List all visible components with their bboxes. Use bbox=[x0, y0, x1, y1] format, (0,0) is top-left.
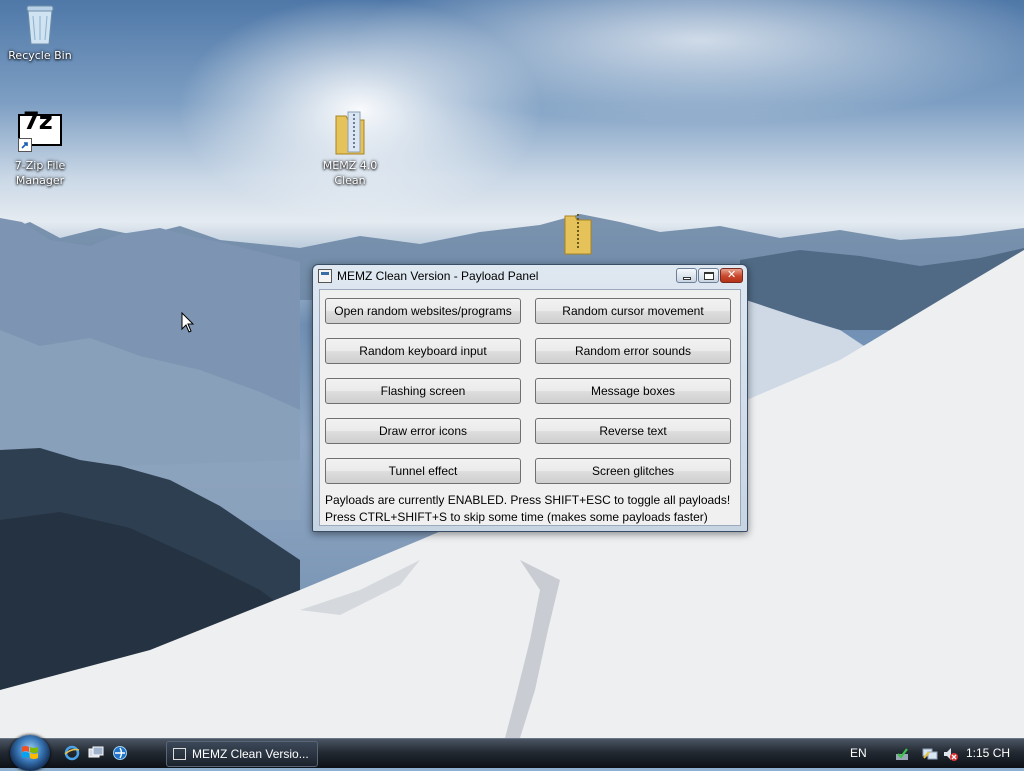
taskbar: MEMZ Clean Versio... EN 1:15 CH bbox=[0, 735, 1024, 771]
status-text-skip-time: Press CTRL+SHIFT+S to skip some time (ma… bbox=[325, 510, 708, 524]
payload-button-tunnel-effect[interactable]: Tunnel effect bbox=[325, 458, 521, 484]
desktop-icon-label: Manager bbox=[15, 174, 65, 187]
start-button[interactable] bbox=[10, 735, 50, 771]
app-icon bbox=[318, 269, 332, 283]
payload-button-open-random-websites[interactable]: Open random websites/programs bbox=[325, 298, 521, 324]
taskbar-item-label: MEMZ Clean Versio... bbox=[192, 747, 309, 761]
language-indicator[interactable]: EN bbox=[850, 746, 867, 760]
minimize-button[interactable] bbox=[676, 268, 697, 283]
zip-folder-icon bbox=[563, 210, 593, 256]
desktop-icon-label: MEMZ 4.0 bbox=[322, 159, 378, 172]
desktop-icon-label: Recycle Bin bbox=[8, 49, 72, 62]
windows-update-icon[interactable] bbox=[894, 746, 910, 762]
payload-button-random-keyboard-input[interactable]: Random keyboard input bbox=[325, 338, 521, 364]
payload-button-flashing-screen[interactable]: Flashing screen bbox=[325, 378, 521, 404]
close-button[interactable] bbox=[720, 268, 743, 283]
zip-folder-icon bbox=[332, 110, 368, 156]
volume-muted-icon[interactable] bbox=[942, 746, 958, 762]
recycle-bin-icon bbox=[24, 2, 56, 46]
payload-button-random-cursor-movement[interactable]: Random cursor movement bbox=[535, 298, 731, 324]
switch-windows-icon[interactable] bbox=[112, 745, 128, 761]
payload-button-screen-glitches[interactable]: Screen glitches bbox=[535, 458, 731, 484]
network-icon[interactable] bbox=[922, 746, 938, 762]
payload-button-draw-error-icons[interactable]: Draw error icons bbox=[325, 418, 521, 444]
mouse-cursor-icon bbox=[181, 311, 195, 337]
taskbar-item-memz[interactable]: MEMZ Clean Versio... bbox=[166, 741, 318, 767]
clock[interactable]: 1:15 CH bbox=[966, 746, 1010, 760]
show-desktop-icon[interactable] bbox=[88, 745, 104, 761]
ie-icon[interactable] bbox=[64, 745, 80, 761]
window-title: MEMZ Clean Version - Payload Panel bbox=[337, 269, 539, 283]
desktop-icon-7zip[interactable]: 7z 7-Zip File Manager bbox=[0, 107, 80, 188]
7zip-logo-text: 7z bbox=[23, 107, 53, 135]
window-titlebar[interactable]: MEMZ Clean Version - Payload Panel bbox=[313, 265, 747, 287]
desktop-icon-memz[interactable]: MEMZ 4.0 Clean bbox=[310, 110, 390, 188]
maximize-button[interactable] bbox=[698, 268, 719, 283]
desktop-icon-label: Clean bbox=[334, 174, 366, 187]
memz-payload-window[interactable]: MEMZ Clean Version - Payload Panel Open … bbox=[312, 264, 748, 532]
windows-logo-icon bbox=[22, 746, 38, 759]
desktop[interactable]: Recycle Bin 7z 7-Zip File Manager MEMZ 4… bbox=[0, 0, 1024, 738]
payload-button-random-error-sounds[interactable]: Random error sounds bbox=[535, 338, 731, 364]
7zip-icon: 7z bbox=[18, 107, 62, 152]
shortcut-arrow-icon bbox=[18, 138, 32, 152]
window-client-area: Open random websites/programs Random cur… bbox=[319, 289, 741, 526]
payload-button-reverse-text[interactable]: Reverse text bbox=[535, 418, 731, 444]
desktop-icon-label: 7-Zip File bbox=[14, 159, 66, 172]
status-text-enabled: Payloads are currently ENABLED. Press SH… bbox=[325, 493, 731, 507]
app-icon bbox=[173, 748, 186, 760]
desktop-icon-recycle-bin[interactable]: Recycle Bin bbox=[0, 2, 80, 63]
desktop-icon-zip[interactable] bbox=[538, 210, 618, 258]
payload-button-message-boxes[interactable]: Message boxes bbox=[535, 378, 731, 404]
